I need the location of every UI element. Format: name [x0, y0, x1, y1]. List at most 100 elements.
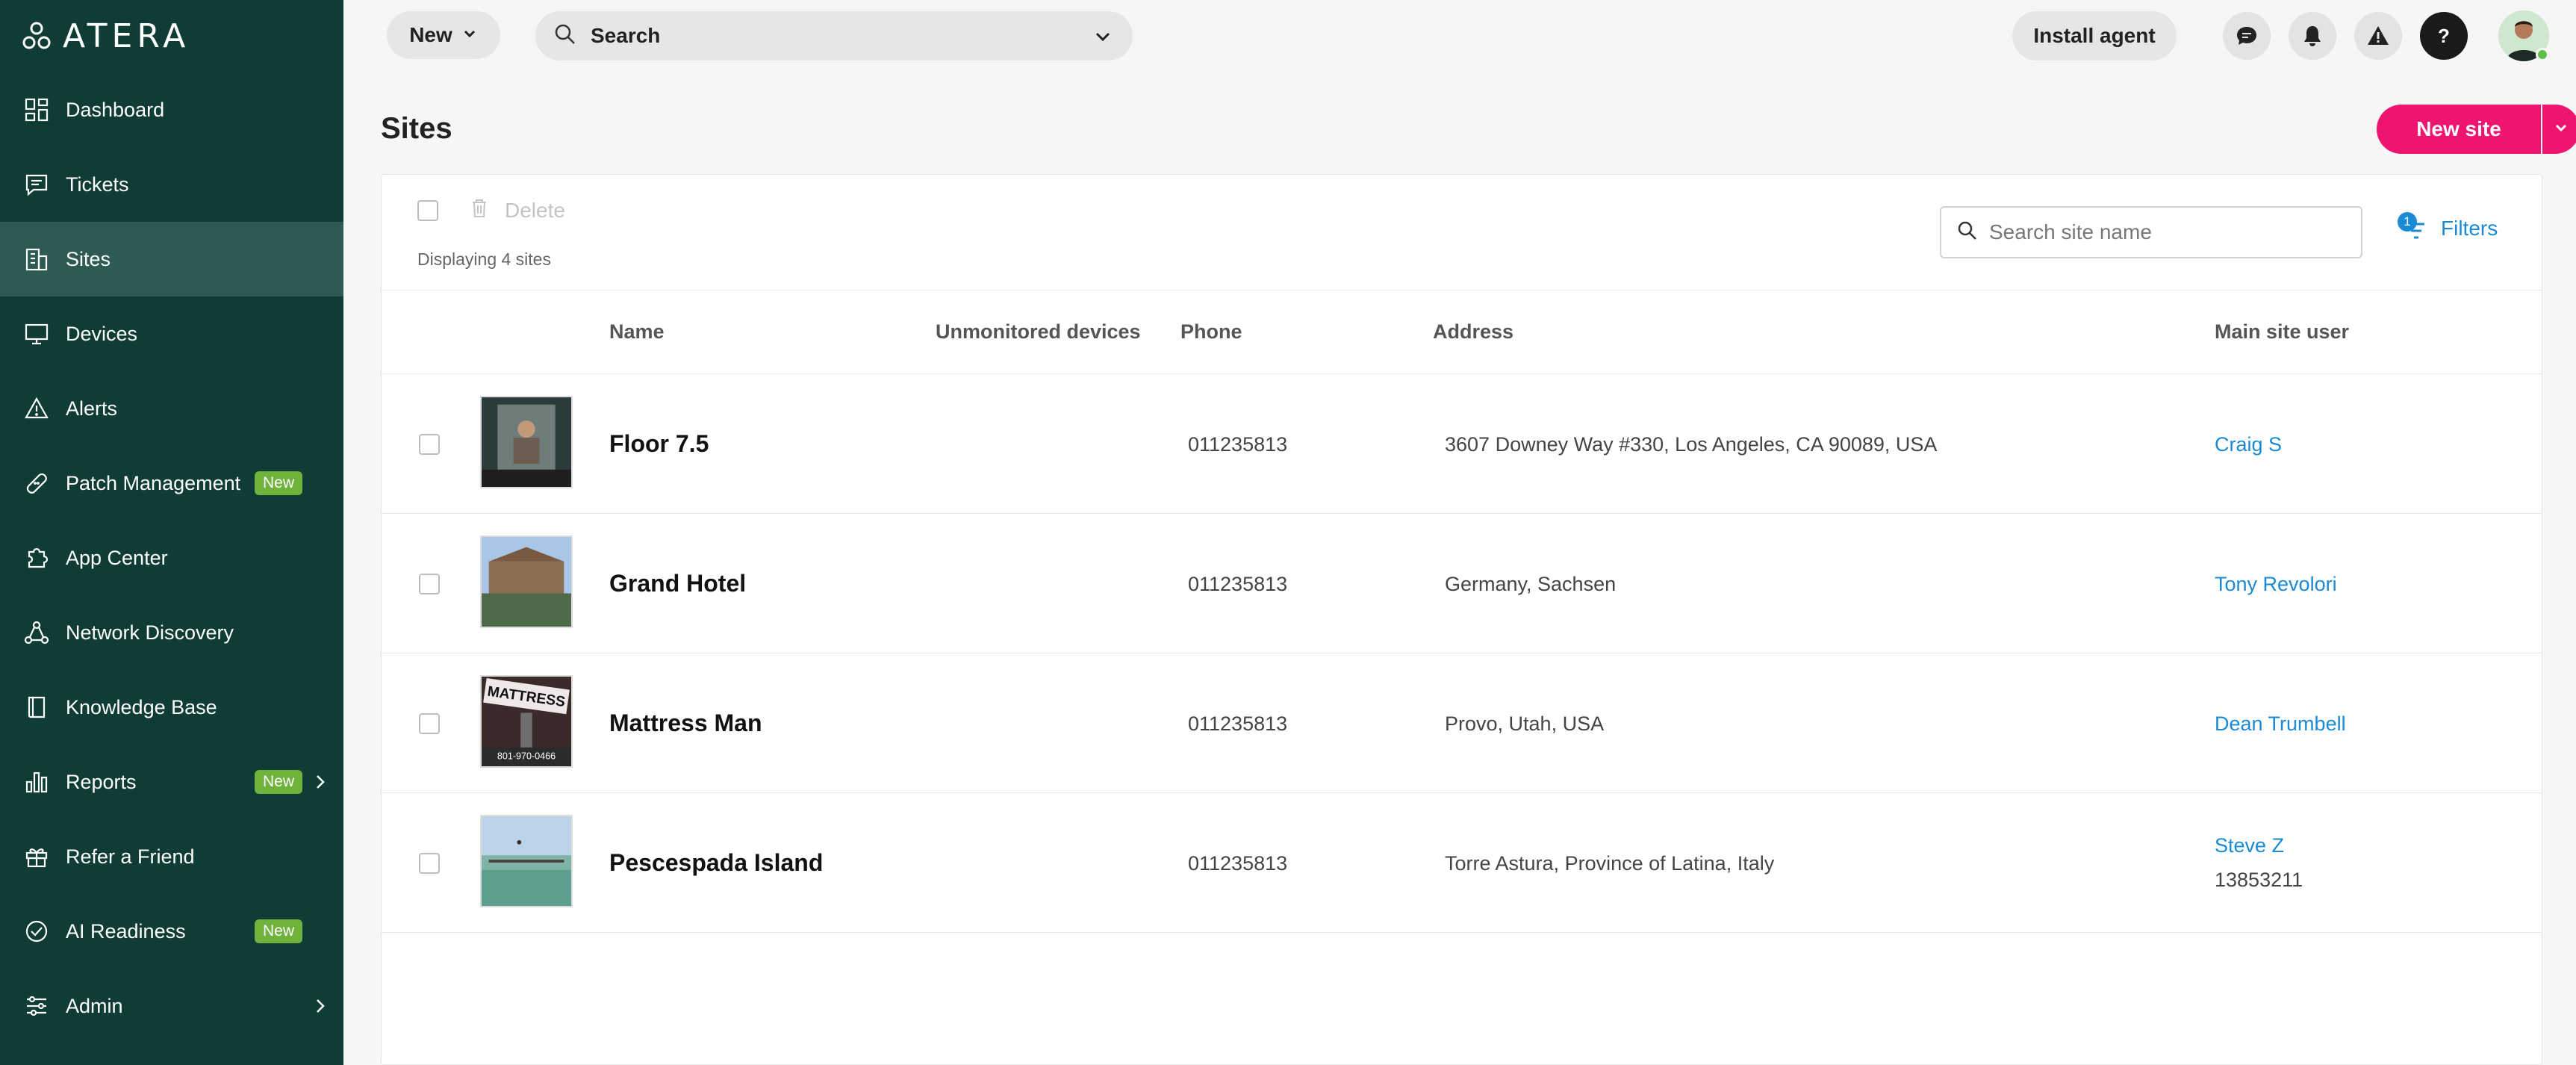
- new-site-dropdown-button[interactable]: [2542, 105, 2576, 154]
- sidebar-item-knowledge-base[interactable]: Knowledge Base: [0, 670, 343, 745]
- sidebar-item-label: Sites: [66, 247, 111, 270]
- new-badge: New: [255, 919, 303, 943]
- chevron-down-icon: [2553, 119, 2569, 140]
- table-row[interactable]: Grand Hotel 011235813 Germany, Sachsen T…: [382, 515, 2542, 653]
- sidebar-item-refer-a-friend[interactable]: Refer a Friend: [0, 819, 343, 894]
- sidebar-item-label: Admin: [66, 994, 123, 1017]
- bell-icon[interactable]: [2289, 12, 2336, 60]
- table-toolbar: Delete Displaying 4 sites Search site na…: [382, 175, 2542, 291]
- trash-icon: [467, 196, 491, 225]
- search-icon: [553, 22, 577, 50]
- site-image: [480, 535, 573, 628]
- gift-icon: [22, 842, 51, 871]
- sidebar-item-tickets[interactable]: Tickets: [0, 147, 343, 222]
- new-badge: New: [255, 471, 303, 495]
- site-image: MATTRESS 801-970-0466: [480, 675, 573, 768]
- main-site-user-link[interactable]: Steve Z: [2215, 834, 2284, 857]
- column-header-address[interactable]: Address: [1433, 320, 1513, 344]
- select-all-checkbox[interactable]: [417, 200, 438, 221]
- row-checkbox[interactable]: [419, 434, 440, 455]
- site-name[interactable]: Floor 7.5: [609, 430, 709, 458]
- sidebar-item-devices[interactable]: Devices: [0, 296, 343, 371]
- site-address: Torre Astura, Province of Latina, Italy: [1445, 852, 1775, 875]
- new-badge: New: [255, 770, 303, 794]
- svg-text:?: ?: [2438, 25, 2450, 47]
- monitor-icon: [22, 320, 51, 348]
- new-button[interactable]: New: [387, 11, 500, 59]
- site-name[interactable]: Mattress Man: [609, 710, 762, 737]
- sidebar-item-ai-readiness[interactable]: AI Readiness New: [0, 894, 343, 969]
- sidebar-item-label: Refer a Friend: [66, 845, 195, 868]
- ticket-icon: [22, 170, 51, 199]
- filters-count-badge: 1: [2398, 212, 2417, 232]
- column-header-name[interactable]: Name: [609, 320, 665, 344]
- sidebar-item-sites[interactable]: Sites: [0, 222, 343, 296]
- sidebar-item-label: App Center: [66, 546, 168, 569]
- sidebar-item-label: Network Discovery: [66, 621, 234, 644]
- site-name[interactable]: Grand Hotel: [609, 570, 746, 597]
- puzzle-icon: [22, 544, 51, 572]
- table-row[interactable]: MATTRESS 801-970-0466 Mattress Man 01123…: [382, 654, 2542, 793]
- install-agent-button[interactable]: Install agent: [2012, 11, 2177, 60]
- main-site-user-link[interactable]: Tony Revolori: [2215, 573, 2337, 596]
- chevron-down-icon[interactable]: [1092, 26, 1113, 51]
- site-address: Provo, Utah, USA: [1445, 712, 1605, 735]
- filters-button[interactable]: 1 Filters: [2398, 212, 2498, 245]
- warning-icon[interactable]: [2354, 12, 2402, 60]
- table-row[interactable]: Pescespada Island 011235813 Torre Astura…: [382, 794, 2542, 933]
- sidebar-item-network-discovery[interactable]: Network Discovery: [0, 595, 343, 670]
- column-header-main-site-user[interactable]: Main site user: [2215, 320, 2349, 344]
- site-name[interactable]: Pescespada Island: [609, 849, 823, 877]
- logo[interactable]: ATERA: [21, 17, 190, 55]
- help-icon[interactable]: ?: [2420, 12, 2468, 60]
- sidebar-item-label: Alerts: [66, 397, 118, 420]
- row-checkbox[interactable]: [419, 713, 440, 734]
- results-count: Displaying 4 sites: [417, 249, 551, 269]
- site-phone: 011235813: [1188, 852, 1288, 875]
- main-site-user-link[interactable]: Craig S: [2215, 433, 2282, 456]
- dashboard-icon: [22, 96, 51, 124]
- top-bar: New Search Install agent ?: [343, 0, 2576, 72]
- atera-logo-icon: [22, 22, 51, 49]
- table-row[interactable]: Floor 7.5 011235813 3607 Downey Way #330…: [382, 375, 2542, 514]
- filters-label: Filters: [2441, 217, 2498, 240]
- site-address: Germany, Sachsen: [1445, 573, 1617, 595]
- sidebar-item-label: Knowledge Base: [66, 695, 217, 718]
- new-button-label: New: [409, 23, 452, 46]
- sidebar-item-reports[interactable]: Reports New: [0, 745, 343, 819]
- new-site-button[interactable]: New site: [2377, 105, 2541, 154]
- site-search-input[interactable]: Search site name: [1940, 206, 2362, 258]
- site-phone: 011235813: [1188, 433, 1288, 456]
- row-checkbox[interactable]: [419, 574, 440, 594]
- check-circle-icon: [22, 917, 51, 946]
- column-header-unmonitored-devices[interactable]: Unmonitored devices: [936, 320, 1141, 344]
- sidebar-item-dashboard[interactable]: Dashboard: [0, 72, 343, 147]
- site-phone: 011235813: [1188, 712, 1288, 735]
- sliders-icon: [22, 992, 51, 1020]
- alert-icon: [22, 394, 51, 423]
- main-site-user-id: 13853211: [2215, 869, 2303, 891]
- sidebar-item-label: Tickets: [66, 173, 129, 196]
- global-search-label: Search: [591, 24, 661, 47]
- sidebar-item-patch-management[interactable]: Patch Management New: [0, 446, 343, 521]
- sidebar: ATERA Dashboard Tickets Sites Devices Al…: [0, 0, 343, 1065]
- delete-button[interactable]: Delete: [467, 196, 565, 225]
- sidebar-item-app-center[interactable]: App Center: [0, 521, 343, 595]
- network-icon: [22, 618, 51, 647]
- global-search[interactable]: Search: [535, 11, 1133, 60]
- site-search-placeholder: Search site name: [1989, 220, 2152, 243]
- building-icon: [22, 245, 51, 273]
- sidebar-item-label: Dashboard: [66, 98, 165, 121]
- chat-icon[interactable]: [2223, 12, 2271, 60]
- sidebar-item-label: AI Readiness: [66, 919, 186, 943]
- sidebar-item-label: Reports: [66, 770, 137, 793]
- sites-card: Delete Displaying 4 sites Search site na…: [381, 174, 2542, 1065]
- main-site-user-link[interactable]: Dean Trumbell: [2215, 712, 2346, 736]
- row-checkbox[interactable]: [419, 853, 440, 874]
- column-header-phone[interactable]: Phone: [1180, 320, 1242, 344]
- sidebar-nav: Dashboard Tickets Sites Devices Alerts P…: [0, 72, 343, 1043]
- sign-phone-text: 801-970-0466: [497, 751, 556, 761]
- sidebar-item-admin[interactable]: Admin: [0, 969, 343, 1043]
- book-icon: [22, 693, 51, 721]
- sidebar-item-alerts[interactable]: Alerts: [0, 371, 343, 446]
